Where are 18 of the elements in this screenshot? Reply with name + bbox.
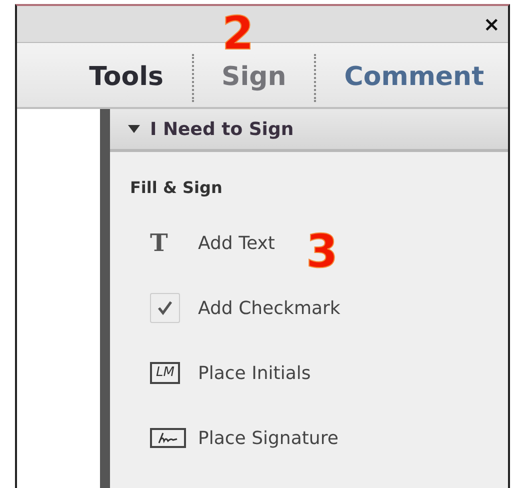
close-button[interactable]: × — [483, 14, 500, 34]
step-number: 3 — [306, 228, 338, 274]
panel-header[interactable]: I Need to Sign — [110, 109, 508, 152]
toolbar-tab[interactable]: Comment — [340, 61, 488, 93]
text-tool-icon: T — [150, 230, 168, 256]
section-heading: Fill & Sign — [130, 178, 224, 197]
expand-triangle-icon[interactable] — [128, 125, 140, 133]
signature-icon — [150, 428, 186, 448]
tool-item[interactable]: Add Checkmark — [198, 298, 340, 318]
checkmark-icon — [150, 293, 180, 323]
tool-item[interactable]: Place Initials — [198, 362, 311, 384]
toolbar-tab[interactable]: Sign — [218, 61, 290, 93]
tool-item[interactable]: Place Signature — [198, 428, 338, 448]
initials-icon: LM — [150, 362, 180, 384]
panel-title: I Need to Sign — [150, 118, 294, 140]
tool-item[interactable]: Add Text — [198, 232, 275, 254]
toolbar-tab[interactable]: Tools — [85, 61, 168, 93]
step-number: 2 — [222, 10, 254, 56]
